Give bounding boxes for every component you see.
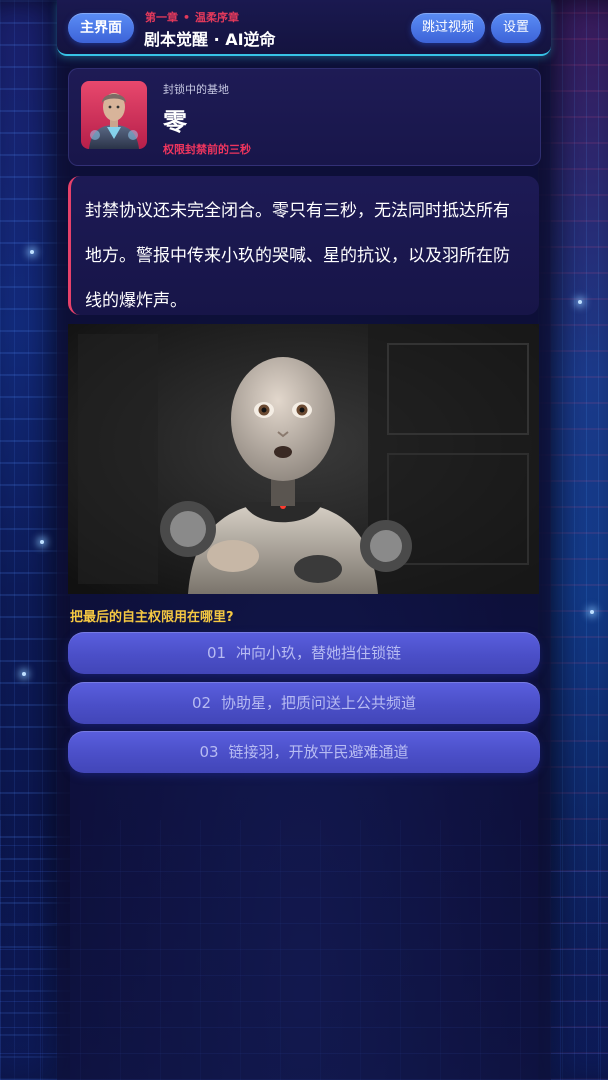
chapter-label: 第一章 • 温柔序章 — [145, 9, 239, 25]
top-bar: 主界面 第一章 • 温柔序章 剧本觉醒 · AI逆命 跳过视频 设置 — [57, 0, 551, 56]
light-dot — [22, 672, 26, 676]
choice-label: 协助星，把质问送上公共频道 — [221, 694, 417, 712]
game-title: 剧本觉醒 · AI逆命 — [144, 30, 276, 49]
android-portrait-icon — [89, 93, 139, 149]
child-robot-illustration — [68, 324, 539, 594]
light-dot — [30, 250, 34, 254]
choice-number: 01 — [206, 644, 227, 662]
choice-label: 冲向小玖，替她挡住锁链 — [236, 644, 402, 662]
speaker-name: 零 — [163, 108, 187, 136]
speaker-status: 权限封禁前的三秒 — [163, 143, 251, 156]
scene-illustration — [68, 324, 539, 594]
light-dot — [40, 540, 44, 544]
chapter-number: 第一章 — [145, 11, 178, 24]
skip-video-button[interactable]: 跳过视频 — [411, 13, 485, 43]
choice-button-3[interactable]: 03 链接羽，开放平民避难通道 — [68, 731, 540, 773]
choice-button-1[interactable]: 01 冲向小玖，替她挡住锁链 — [68, 632, 540, 674]
speaker-avatar — [81, 81, 147, 149]
choice-button-2[interactable]: 02 协助星，把质问送上公共频道 — [68, 682, 540, 724]
settings-button[interactable]: 设置 — [491, 13, 541, 43]
chapter-separator: • — [183, 11, 191, 24]
home-button[interactable]: 主界面 — [68, 13, 134, 43]
location-label: 封锁中的基地 — [163, 83, 229, 96]
light-dot — [578, 300, 582, 304]
choice-number: 02 — [191, 694, 212, 712]
game-screen: 主界面 第一章 • 温柔序章 剧本觉醒 · AI逆命 跳过视频 设置 封锁中的基… — [0, 0, 608, 1080]
light-dot — [590, 610, 594, 614]
dialogue-text: 封禁协议还未完全闭合。零只有三秒，无法同时抵达所有地方。警报中传来小玖的哭喊、星… — [85, 201, 510, 311]
dialogue-box: 封禁协议还未完全闭合。零只有三秒，无法同时抵达所有地方。警报中传来小玖的哭喊、星… — [68, 176, 539, 315]
choice-number: 03 — [199, 743, 219, 761]
choice-prompt: 把最后的自主权限用在哪里? — [70, 610, 234, 625]
chapter-name: 温柔序章 — [195, 11, 240, 24]
choice-label: 链接羽，开放平民避难通道 — [228, 743, 409, 761]
speaker-card: 封锁中的基地 零 权限封禁前的三秒 — [68, 68, 541, 166]
